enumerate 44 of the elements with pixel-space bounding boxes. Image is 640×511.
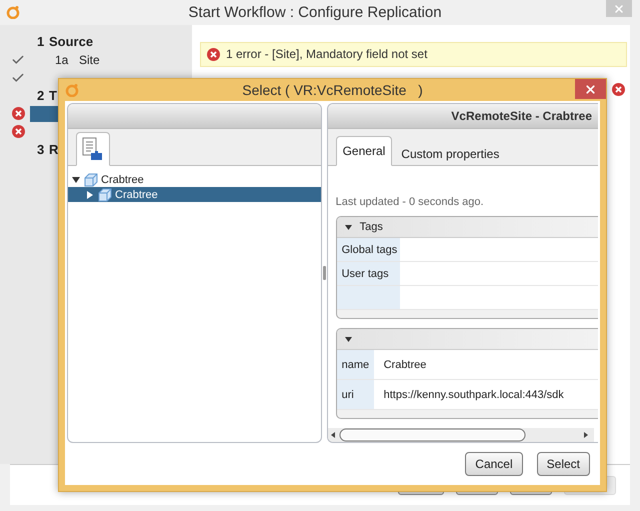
panel-title: VcRemoteSite - Crabtree (451, 109, 592, 123)
section-title: Tags (360, 221, 383, 233)
property-key: Global tags (336, 238, 400, 261)
property-key: name (336, 350, 374, 379)
step-number: 3 (37, 142, 46, 158)
property-key: uri (336, 380, 374, 409)
step-number: 1 (37, 34, 46, 50)
tree-item[interactable]: Crabtree (68, 187, 321, 202)
error-message: 1 error - [Site], Mandatory field not set (226, 47, 428, 62)
property-key: User tags (336, 262, 400, 285)
substep-number: 1a (55, 52, 70, 67)
cube-icon (98, 188, 112, 202)
error-icon (207, 48, 220, 61)
tab[interactable]: General (336, 136, 392, 166)
logo-icon (65, 83, 79, 97)
dialog-title: Select ( VR:VcRemoteSite ) (241, 82, 424, 98)
property-value: Crabtree (382, 358, 426, 372)
step-title: R (49, 142, 58, 158)
cube-icon (84, 172, 98, 186)
substep-label[interactable]: Site (79, 52, 100, 67)
logo-icon (6, 5, 20, 20)
step-title: Source (49, 34, 94, 50)
selected-row-highlight[interactable] (30, 106, 58, 122)
horizontal-scrollbar[interactable] (328, 428, 594, 442)
list-puzzle-icon (81, 137, 105, 161)
step-title: T (49, 88, 57, 104)
splitter-handle[interactable] (322, 266, 326, 280)
collapsed-arrow-icon[interactable] (86, 190, 94, 198)
expanded-arrow-icon[interactable] (344, 336, 352, 342)
close-icon[interactable] (584, 82, 597, 96)
cancel-button[interactable]: Cancel (465, 452, 523, 476)
close-button[interactable] (575, 79, 606, 99)
property-value: https://kenny.southpark.local:443/sdk (382, 388, 564, 402)
tab[interactable] (76, 132, 110, 166)
expanded-arrow-icon[interactable] (344, 224, 352, 230)
tab[interactable]: Custom properties (394, 140, 506, 166)
window-title: Start Workflow : Configure Replication (187, 4, 443, 21)
section-header[interactable]: Tags (336, 217, 598, 238)
confirm-button[interactable]: Select (536, 452, 590, 476)
step-number: 2 (37, 88, 46, 104)
tree-item[interactable]: Crabtree (68, 172, 321, 187)
last-updated-text: Last updated - 0 seconds ago. (336, 196, 485, 208)
expanded-arrow-icon[interactable] (72, 176, 80, 184)
blank-key-cell (336, 286, 400, 309)
